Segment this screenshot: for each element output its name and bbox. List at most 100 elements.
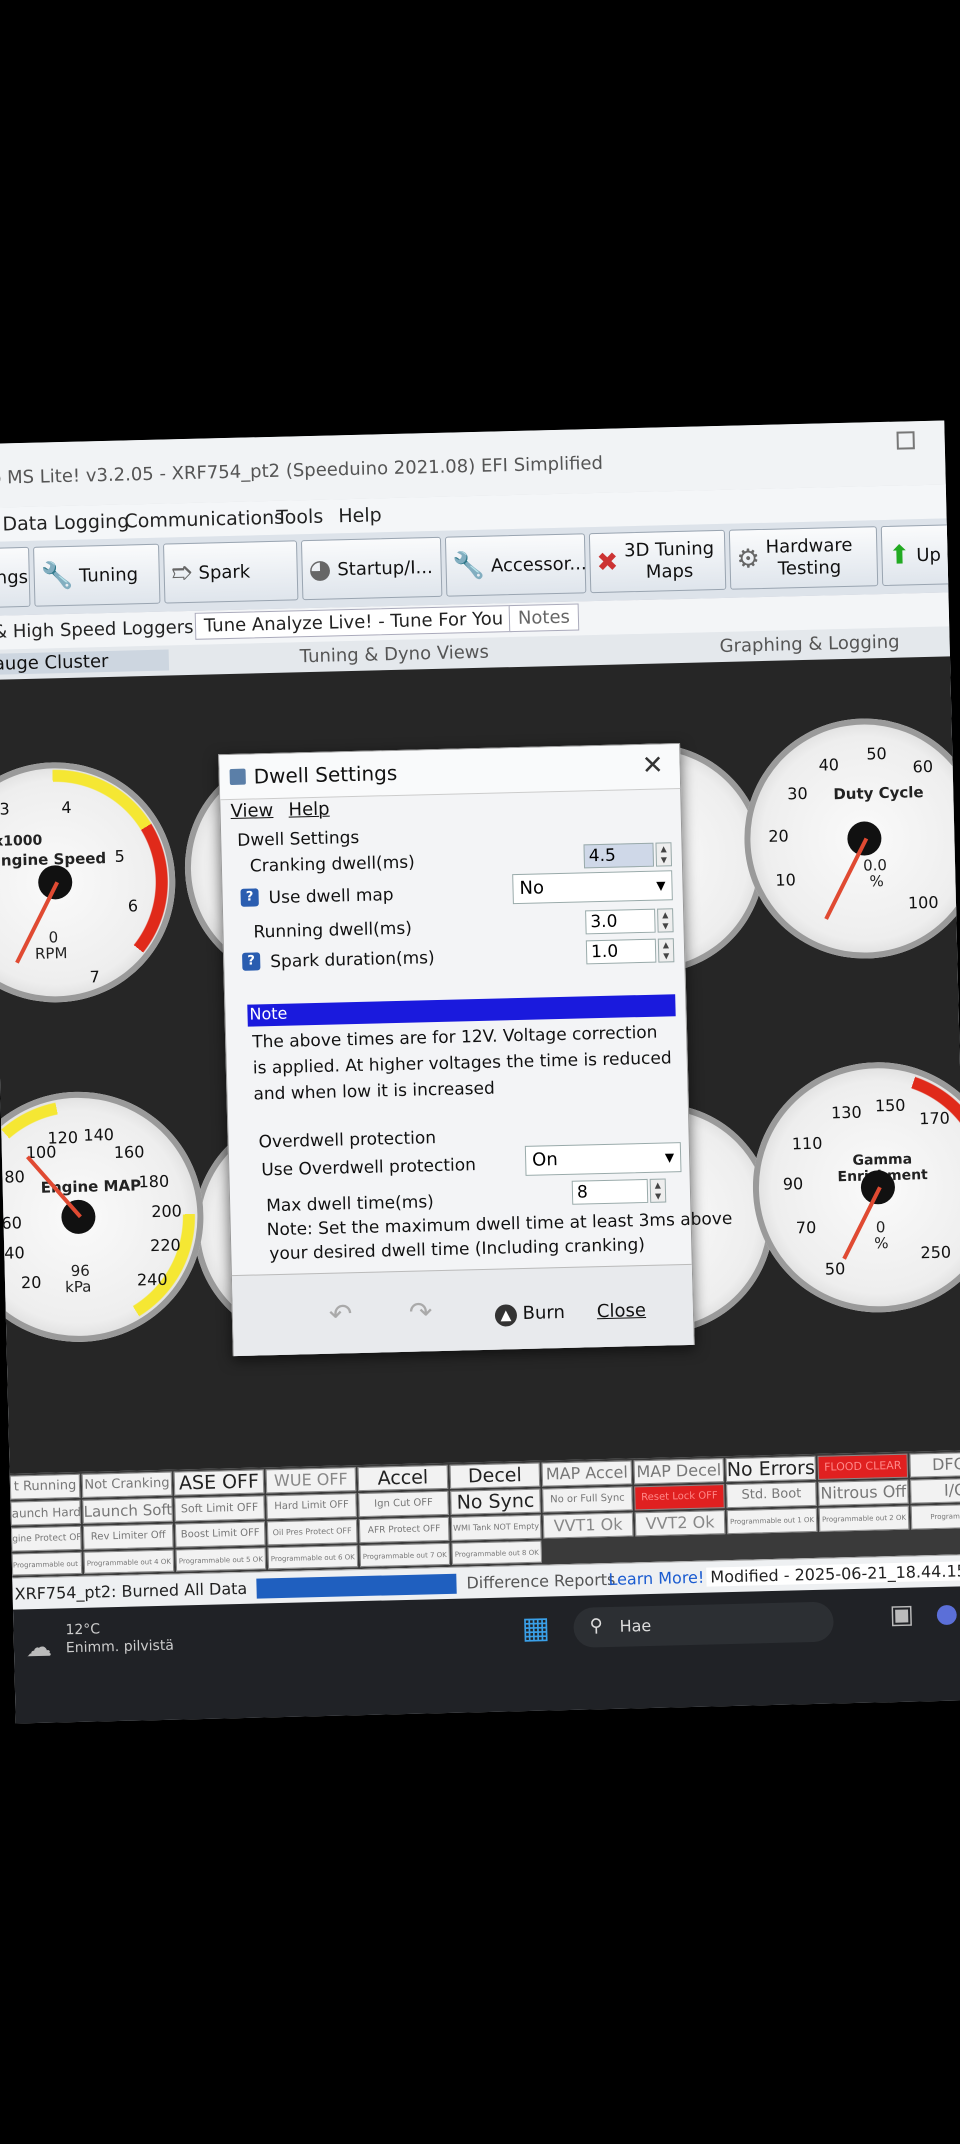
gamma-scale	[749, 1059, 960, 1316]
tab-graphing-logging[interactable]: Graphing & Logging	[719, 632, 899, 657]
dialog-menu-help[interactable]: Help	[288, 799, 330, 821]
use-dwell-map-value: No	[519, 877, 545, 899]
use-dwell-map-select[interactable]: No ▼	[512, 870, 673, 905]
wrench-icon: 🔧	[452, 550, 486, 582]
progress-bar	[256, 1573, 457, 1599]
cranking-dwell-spinner[interactable]: ▲ ▼	[655, 842, 673, 867]
menu-data-logging[interactable]: Data Logging	[2, 510, 129, 535]
taskbar-search[interactable]: ⚲ Hae	[573, 1601, 835, 1648]
accessories-button[interactable]: 🔧 Accessor...	[444, 533, 587, 597]
gamma-tick: 90	[782, 1174, 804, 1194]
update-button[interactable]: ⬆ Up	[880, 524, 960, 587]
startup-button[interactable]: ◕ Startup/I...	[300, 536, 443, 601]
indicator: Programmable	[910, 1503, 960, 1530]
maximize-button[interactable]	[896, 431, 915, 450]
engine-map-gauge: Engine MAP 20 40 60 80 100 120 140 160 1…	[0, 1088, 207, 1345]
indicator: No or Full Sync	[542, 1486, 633, 1513]
engine-map-tick: 200	[151, 1201, 183, 1222]
burn-icon: ▲	[494, 1304, 518, 1327]
settings-button[interactable]: ings	[0, 546, 31, 608]
tab-notes[interactable]: Notes	[508, 603, 580, 633]
engine-map-tick: 120	[47, 1127, 79, 1148]
note-header: Note	[247, 994, 676, 1027]
gamma-tick: 50	[824, 1259, 846, 1279]
help-icon[interactable]: ?	[240, 888, 259, 907]
gamma-tick: 70	[795, 1217, 817, 1238]
redo-icon[interactable]: ↷	[408, 1295, 432, 1329]
cranking-dwell-input[interactable]: 4.5	[583, 842, 655, 869]
chevron-down-icon: ▼	[664, 1150, 675, 1165]
indicator: Nitrous Off	[818, 1479, 909, 1506]
testing-label: Testing	[777, 557, 842, 580]
hardware-label: Hardware	[765, 534, 853, 558]
overdwell-group-label: Overdwell protection	[258, 1128, 437, 1153]
note-text-line: is applied. At higher voltages the time …	[252, 1048, 672, 1079]
tuning-label: Tuning	[78, 563, 139, 587]
indicator: No Errors	[725, 1455, 817, 1483]
teams-icon[interactable]: ●	[935, 1598, 958, 1629]
indicator: aunch Hard	[10, 1499, 81, 1526]
indicator: WUE OFF	[265, 1467, 357, 1494]
tuning-button[interactable]: 🔧 Tuning	[33, 543, 161, 607]
indicator: Programmable out 3 OK	[11, 1551, 83, 1576]
weather-description: Enimm. pilvistä	[65, 1637, 175, 1657]
tools-icon: ✖	[596, 547, 619, 578]
spark-plug-icon: ➱	[170, 557, 193, 589]
dialog-menu-view[interactable]: View	[230, 800, 273, 822]
indicator: Not Cranking	[81, 1471, 173, 1498]
help-icon[interactable]: ?	[242, 952, 261, 971]
use-overdwell-select[interactable]: On ▼	[524, 1142, 682, 1176]
menu-tools[interactable]: Tools	[276, 506, 323, 529]
indicator: MAP Accel	[541, 1460, 633, 1487]
tab-tuning-dyno-views[interactable]: Tuning & Dyno Views	[300, 642, 490, 668]
undo-icon[interactable]: ↶	[328, 1297, 352, 1331]
spark-button[interactable]: ➱ Spark	[162, 540, 299, 604]
indicator: Std. Boot	[726, 1481, 817, 1509]
learn-more-link[interactable]: Learn More!	[608, 1568, 704, 1589]
close-button[interactable]: Close	[597, 1300, 647, 1322]
overdwell-note-line: your desired dwell time (Including crank…	[269, 1235, 646, 1265]
running-dwell-input[interactable]: 3.0	[585, 908, 656, 935]
cranking-dwell-label: Cranking dwell(ms)	[249, 852, 415, 877]
taskbar-app-icon[interactable]: ▣	[889, 1600, 914, 1631]
spark-duration-spinner[interactable]: ▲ ▼	[657, 938, 675, 963]
dialog-footer: ↶ ↷ ▲ Burn Close	[231, 1263, 694, 1357]
engine-map-tick: 20	[20, 1272, 42, 1293]
engine-map-tick: 160	[113, 1142, 145, 1162]
gamma-tick: 150	[874, 1095, 906, 1116]
menu-communications[interactable]: Communications	[124, 507, 284, 533]
close-icon[interactable]: ✕	[641, 750, 664, 781]
menu-help[interactable]: Help	[338, 504, 382, 527]
duty-cycle-tick: 50	[866, 743, 887, 764]
duty-cycle-tick: 30	[787, 783, 808, 804]
use-overdwell-label: Use Overdwell protection	[261, 1155, 477, 1181]
status-message: XRF754_pt2: Burned All Data	[14, 1578, 248, 1604]
hardware-testing-button[interactable]: ⚙ Hardware Testing	[728, 526, 879, 590]
tab-high-speed-loggers[interactable]: & High Speed Loggers	[0, 617, 194, 643]
max-dwell-spinner[interactable]: ▲ ▼	[649, 1178, 667, 1203]
duty-cycle-tick: 40	[818, 755, 840, 775]
indicator: Reset Lock OFF	[634, 1484, 725, 1511]
3d-tuning-maps-button[interactable]: ✖ 3D Tuning Maps	[588, 529, 727, 594]
windows-start-icon[interactable]: ▦	[521, 1610, 550, 1646]
indicator: Accel	[357, 1464, 449, 1492]
engine-map-tick: 60	[1, 1213, 23, 1233]
spark-duration-input[interactable]: 1.0	[585, 938, 657, 965]
search-icon: ⚲	[589, 1615, 604, 1637]
gamma-tick: 130	[830, 1102, 862, 1123]
duty-cycle-unit: %	[869, 872, 884, 891]
max-dwell-input[interactable]: 8	[571, 1178, 649, 1205]
use-dwell-map-label: Use dwell map	[268, 885, 394, 909]
duty-cycle-tick: 10	[775, 870, 796, 890]
tab-gauge-cluster[interactable]: auge Cluster	[0, 649, 169, 675]
tab-tune-analyze-live[interactable]: Tune Analyze Live! - Tune For You	[194, 605, 513, 640]
dwell-settings-dialog: Dwell Settings ✕ View Help Dwell Setting…	[218, 743, 733, 1357]
running-dwell-spinner[interactable]: ▲ ▼	[657, 908, 674, 933]
burn-button[interactable]: ▲ Burn	[494, 1302, 566, 1327]
engine-map-tick: 80	[4, 1167, 26, 1187]
update-label: Up	[916, 544, 942, 566]
up-arrow-icon: ⬆	[888, 540, 911, 571]
engine-speed-gauge: x1000 Engine Speed 3 4 5 6 7 0 RPM	[0, 759, 179, 1006]
gamma-tick: 170	[919, 1108, 951, 1129]
gamma-tick: 250	[920, 1242, 952, 1263]
